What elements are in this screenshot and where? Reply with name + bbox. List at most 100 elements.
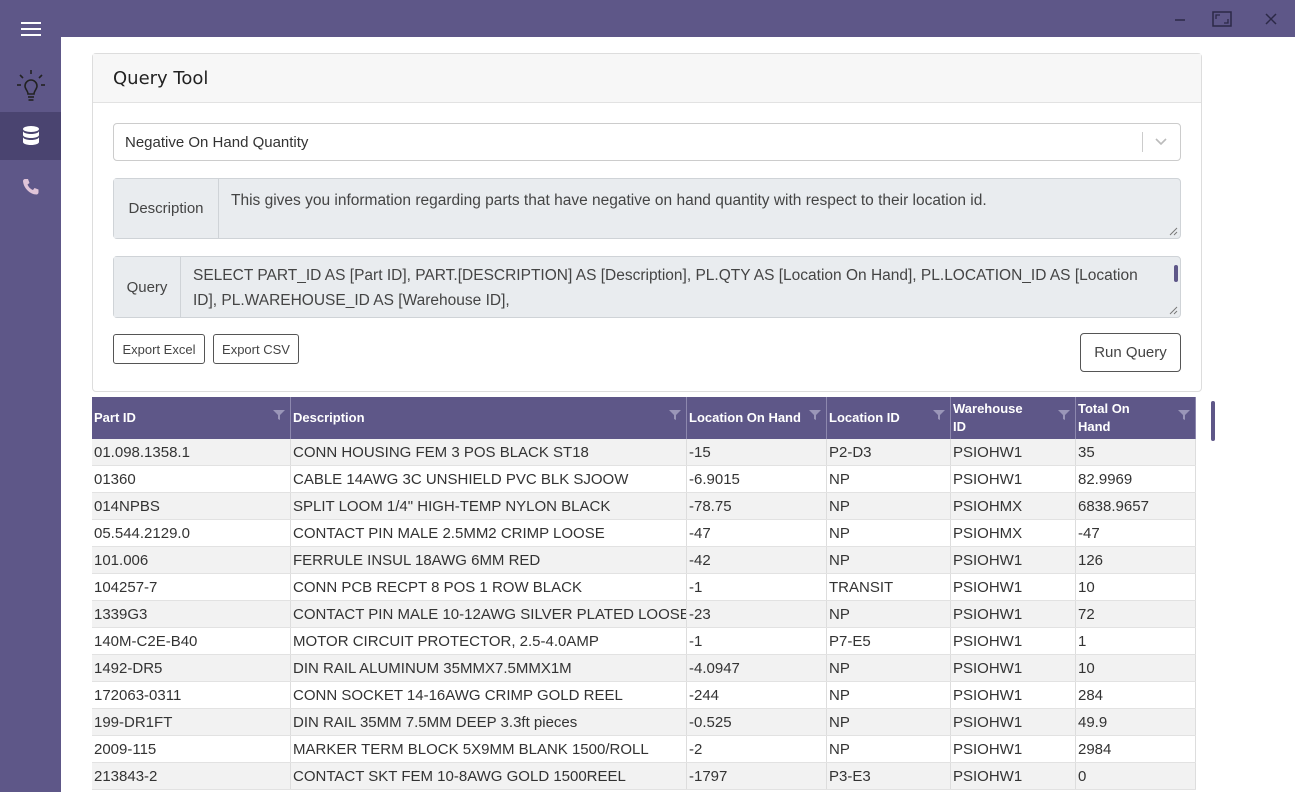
- table-row[interactable]: 01.098.1358.1 CONN HOUSING FEM 3 POS BLAC…: [92, 439, 1196, 466]
- sidebar-item-database[interactable]: [0, 112, 61, 160]
- filter-icon[interactable]: [668, 409, 682, 421]
- column-header-label: Warehouse ID: [953, 401, 1023, 434]
- run-query-button[interactable]: Run Query: [1080, 333, 1181, 372]
- filter-icon[interactable]: [1177, 409, 1191, 421]
- filter-icon[interactable]: [932, 409, 946, 421]
- column-header-label: Location On Hand: [689, 410, 801, 425]
- cell-location-on-hand: -23: [687, 601, 827, 627]
- filter-icon[interactable]: [808, 409, 822, 421]
- cell-part-id: 01.098.1358.1: [92, 439, 291, 465]
- lightbulb-icon: [16, 70, 45, 101]
- table-row[interactable]: 05.544.2129.0 CONTACT PIN MALE 2.5MM2 CRI…: [92, 520, 1196, 547]
- table-row[interactable]: 140M-C2E-B40 MOTOR CIRCUIT PROTECTOR, 2.5…: [92, 628, 1196, 655]
- cell-warehouse-id: PSIOHW1: [951, 466, 1076, 492]
- cell-description: CONN SOCKET 14-16AWG CRIMP GOLD REEL: [291, 682, 687, 708]
- card-header: Query Tool: [93, 54, 1201, 103]
- cell-location-id: NP: [827, 520, 951, 546]
- cell-part-id: 172063-0311: [92, 682, 291, 708]
- description-textarea[interactable]: This gives you information regarding par…: [219, 179, 1180, 238]
- column-header-location-id[interactable]: Location ID: [827, 397, 951, 439]
- minimize-button[interactable]: [1160, 0, 1200, 37]
- cell-location-on-hand: -1797: [687, 763, 827, 789]
- cell-total-on-hand: 72: [1076, 601, 1196, 627]
- column-header-label: Part ID: [94, 410, 136, 425]
- cell-warehouse-id: PSIOHW1: [951, 628, 1076, 654]
- phone-icon: [22, 179, 38, 195]
- table-row[interactable]: 172063-0311 CONN SOCKET 14-16AWG CRIMP GO…: [92, 682, 1196, 709]
- table-row[interactable]: 199-DR1FT DIN RAIL 35MM 7.5MM DEEP 3.3ft …: [92, 709, 1196, 736]
- column-header-total-on-hand[interactable]: Total On Hand: [1076, 397, 1196, 439]
- query-scrollbar[interactable]: [1174, 265, 1178, 282]
- cell-warehouse-id: PSIOHMX: [951, 520, 1076, 546]
- filter-icon[interactable]: [1057, 409, 1071, 421]
- table-row[interactable]: 104257-7 CONN PCB RECPT 8 POS 1 ROW BLACK…: [92, 574, 1196, 601]
- cell-total-on-hand: -47: [1076, 520, 1196, 546]
- cell-total-on-hand: 284: [1076, 682, 1196, 708]
- query-select[interactable]: Negative On Hand Quantity: [113, 123, 1181, 161]
- cell-warehouse-id: PSIOHW1: [951, 547, 1076, 573]
- cell-total-on-hand: 2984: [1076, 736, 1196, 762]
- cell-location-id: P2-D3: [827, 439, 951, 465]
- cell-part-id: 140M-C2E-B40: [92, 628, 291, 654]
- column-header-label: Total On Hand: [1078, 401, 1130, 434]
- cell-total-on-hand: 0: [1076, 763, 1196, 789]
- cell-warehouse-id: PSIOHW1: [951, 655, 1076, 681]
- cell-warehouse-id: PSIOHW1: [951, 709, 1076, 735]
- table-row[interactable]: 1339G3 CONTACT PIN MALE 10-12AWG SILVER P…: [92, 601, 1196, 628]
- column-header-location-on-hand[interactable]: Location On Hand: [687, 397, 827, 439]
- description-group: Description This gives you information r…: [113, 178, 1181, 239]
- grid-header: Part ID Description Location On Hand Loc…: [92, 397, 1196, 439]
- close-icon: [1265, 12, 1277, 25]
- cell-part-id: 104257-7: [92, 574, 291, 600]
- cell-description: FERRULE INSUL 18AWG 6MM RED: [291, 547, 687, 573]
- maximize-icon: [1212, 10, 1232, 27]
- cell-location-id: P7-E5: [827, 628, 951, 654]
- cell-total-on-hand: 6838.9657: [1076, 493, 1196, 519]
- sidebar-item-ideas[interactable]: [0, 60, 61, 112]
- cell-location-id: NP: [827, 709, 951, 735]
- cell-part-id: 101.006: [92, 547, 291, 573]
- cell-location-on-hand: -6.9015: [687, 466, 827, 492]
- table-row[interactable]: 213843-2 CONTACT SKT FEM 10-8AWG GOLD 150…: [92, 763, 1196, 790]
- menu-button[interactable]: [0, 0, 61, 58]
- cell-warehouse-id: PSIOHMX: [951, 493, 1076, 519]
- cell-location-id: NP: [827, 736, 951, 762]
- table-row[interactable]: 01360 CABLE 14AWG 3C UNSHIELD PVC BLK SJO…: [92, 466, 1196, 493]
- cell-description: CONTACT PIN MALE 2.5MM2 CRIMP LOOSE: [291, 520, 687, 546]
- maximize-button[interactable]: [1202, 0, 1242, 37]
- query-textarea[interactable]: SELECT PART_ID AS [Part ID], PART.[DESCR…: [181, 257, 1180, 317]
- column-header-description[interactable]: Description: [291, 397, 687, 439]
- export-excel-button[interactable]: Export Excel: [113, 334, 205, 364]
- close-button[interactable]: [1251, 0, 1291, 37]
- column-header-warehouse-id[interactable]: Warehouse ID: [951, 397, 1076, 439]
- hamburger-icon: [20, 22, 41, 36]
- resize-grip-icon[interactable]: [1168, 226, 1178, 236]
- cell-location-on-hand: -244: [687, 682, 827, 708]
- resize-grip-icon[interactable]: [1168, 305, 1178, 315]
- cell-location-on-hand: -1: [687, 574, 827, 600]
- chevron-down-icon[interactable]: [1154, 136, 1168, 148]
- table-row[interactable]: 101.006 FERRULE INSUL 18AWG 6MM RED -42 NP P…: [92, 547, 1196, 574]
- table-row[interactable]: 014NPBS SPLIT LOOM 1/4" HIGH-TEMP NYLON B…: [92, 493, 1196, 520]
- grid-scrollbar[interactable]: [1211, 401, 1215, 441]
- table-row[interactable]: 2009-115 MARKER TERM BLOCK 5X9MM BLANK 15…: [92, 736, 1196, 763]
- cell-total-on-hand: 126: [1076, 547, 1196, 573]
- cell-location-on-hand: -4.0947: [687, 655, 827, 681]
- database-icon: [22, 126, 39, 145]
- cell-location-id: NP: [827, 493, 951, 519]
- cell-part-id: 2009-115: [92, 736, 291, 762]
- sidebar-item-contact[interactable]: [0, 162, 61, 212]
- table-row[interactable]: 1492-DR5 DIN RAIL ALUMINUM 35MMX7.5MMX1M -…: [92, 655, 1196, 682]
- column-header-part-id[interactable]: Part ID: [92, 397, 291, 439]
- main-content: Query Tool Negative On Hand Quantity Des…: [61, 37, 1295, 792]
- card-title: Query Tool: [113, 67, 209, 89]
- cell-warehouse-id: PSIOHW1: [951, 601, 1076, 627]
- cell-location-on-hand: -0.525: [687, 709, 827, 735]
- filter-icon[interactable]: [272, 409, 286, 421]
- cell-total-on-hand: 10: [1076, 655, 1196, 681]
- column-header-label: Location ID: [829, 410, 900, 425]
- cell-description: MARKER TERM BLOCK 5X9MM BLANK 1500/ROLL: [291, 736, 687, 762]
- export-csv-button[interactable]: Export CSV: [213, 334, 299, 364]
- cell-part-id: 01360: [92, 466, 291, 492]
- cell-description: CABLE 14AWG 3C UNSHIELD PVC BLK SJOOW: [291, 466, 687, 492]
